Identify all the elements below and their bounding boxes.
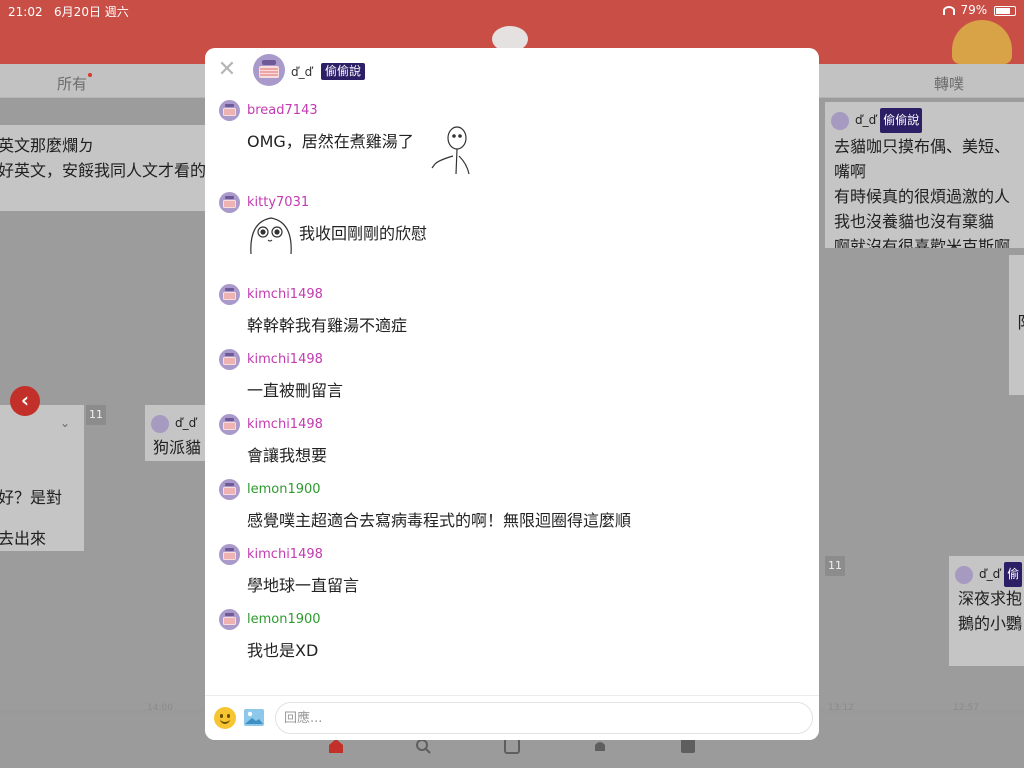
- reply-input[interactable]: [275, 702, 813, 734]
- reply-bar: [205, 695, 819, 740]
- avatar[interactable]: [219, 349, 240, 370]
- plurk-card[interactable]: ď_ď 偷 深夜求抱 鵝的小鸚: [949, 556, 1024, 666]
- tab-replurk[interactable]: 轉噗: [934, 73, 964, 94]
- comment-text: OMG，居然在煮雞湯了: [247, 132, 414, 151]
- comment-username[interactable]: kitty7031: [247, 195, 309, 210]
- avatar: [831, 111, 849, 130]
- mascot-icon: [952, 20, 1012, 64]
- card-header: ď_ď: [151, 411, 196, 436]
- comment-item: bread7143 OMG，居然在煮雞湯了: [219, 100, 799, 175]
- avatar[interactable]: [219, 609, 240, 630]
- unread-dot: [88, 73, 93, 77]
- avatar[interactable]: [219, 100, 240, 121]
- avatar[interactable]: [219, 479, 240, 500]
- battery-text: 79%: [960, 3, 988, 17]
- close-icon[interactable]: ✕: [217, 58, 237, 82]
- image-icon[interactable]: [243, 708, 265, 727]
- comment-item: kimchi1498 幹幹幹我有雞湯不適症: [219, 284, 799, 344]
- comment-item: kitty7031 我收回剛剛的欣慰: [219, 192, 799, 255]
- wifi-icon: [942, 6, 955, 15]
- comment-text: 幹幹幹我有雞湯不適症: [247, 316, 408, 335]
- comment-text: 一直被刪留言: [247, 381, 344, 400]
- comment-username[interactable]: kimchi1498: [247, 417, 323, 432]
- comment-username[interactable]: kimchi1498: [247, 547, 323, 562]
- poster-name: ď_ď: [291, 65, 313, 79]
- sticker-shocked-face: [247, 214, 295, 260]
- avatar: [151, 414, 169, 433]
- comment-item: lemon1900 感覺噗主超適合去寫病毒程式的啊！無限迴圈得這麼順: [219, 479, 799, 539]
- comment-username[interactable]: kimchi1498: [247, 352, 323, 367]
- sticker-thinking: [429, 126, 477, 178]
- status-time: 21:02: [8, 5, 43, 19]
- comment-item: kimchi1498 會讓我想要: [219, 414, 799, 474]
- response-count: 11: [825, 556, 845, 576]
- plurk-card[interactable]: 阝: [1009, 255, 1024, 395]
- comment-username[interactable]: lemon1900: [247, 612, 321, 627]
- anonymous-badge: 偷偷說: [321, 63, 366, 80]
- comment-username[interactable]: bread7143: [247, 103, 318, 118]
- comment-text: 我也是XD: [247, 641, 319, 660]
- card-header: ď_ď 偷偷說: [831, 108, 923, 133]
- comment-text: 學地球一直留言: [247, 576, 360, 595]
- avatar[interactable]: [219, 544, 240, 565]
- comment-username[interactable]: kimchi1498: [247, 287, 323, 302]
- card-header: ď_ď 偷: [955, 562, 1023, 587]
- comment-item: lemon1900 我也是XD: [219, 609, 799, 669]
- comment-item: kimchi1498 一直被刪留言: [219, 349, 799, 409]
- avatar[interactable]: [219, 284, 240, 305]
- comment-text: 感覺噗主超適合去寫病毒程式的啊！無限迴圈得這麼順: [247, 511, 632, 530]
- battery-icon: [994, 5, 1016, 16]
- avatar[interactable]: [219, 192, 240, 213]
- comment-username[interactable]: lemon1900: [247, 482, 321, 497]
- comment-text: 我收回剛剛的欣慰: [299, 224, 428, 243]
- plurk-card[interactable]: ď_ď 狗派貓: [145, 405, 207, 461]
- avatar[interactable]: [219, 414, 240, 435]
- response-count: 11: [86, 405, 106, 425]
- response-modal: ✕ ď_ď 偷偷說 bread7143 OMG，居然在煮雞湯了 kitty7031 我…: [205, 48, 819, 740]
- comment-item: kimchi1498 學地球一直留言: [219, 544, 799, 604]
- avatar: [955, 565, 973, 584]
- comment-text: 會讓我想要: [247, 446, 328, 465]
- avatar[interactable]: [253, 54, 285, 86]
- chevron-down-icon[interactable]: ⌄: [60, 411, 70, 436]
- back-arrow-icon[interactable]: ‹: [10, 386, 40, 416]
- status-date: 6月20日 週六: [54, 5, 129, 19]
- status-bar: 21:02 6月20日 週六 79%: [0, 0, 1024, 20]
- emoji-icon[interactable]: [214, 707, 236, 729]
- plurk-card[interactable]: ď_ď 偷偷說 去貓咖只摸布偶、美短、 嘴啊 有時候真的很煩過激的人 我也沒養貓也…: [825, 102, 1024, 248]
- tab-all[interactable]: 所有: [57, 73, 93, 94]
- plurk-card[interactable]: 英文那麼爛ㄉ 好英文，安餒我同人文才看的: [0, 125, 210, 211]
- modal-header: ✕ ď_ď 偷偷說: [205, 48, 819, 98]
- plurk-card[interactable]: ⌄ 好？是對 去出來: [0, 405, 84, 551]
